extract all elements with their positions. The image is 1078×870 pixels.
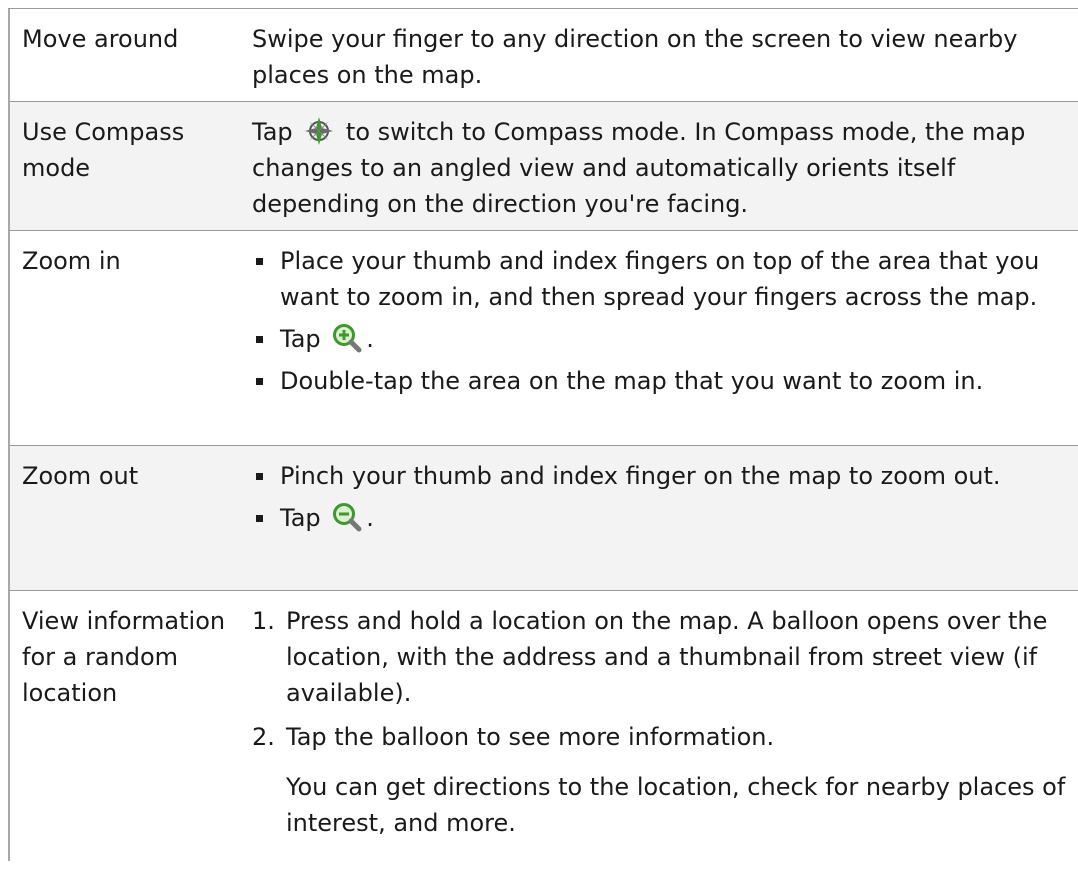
text-before-icon: Tap xyxy=(280,325,321,353)
bullet-icon xyxy=(256,378,263,385)
row-label: Move around xyxy=(22,25,179,53)
bullet-icon xyxy=(256,473,263,480)
text-before-icon: Tap xyxy=(252,118,293,146)
compass-icon xyxy=(304,116,334,146)
list-item: Double-tap the area on the map that you … xyxy=(252,363,1072,399)
bullet-icon xyxy=(256,515,263,522)
row-label: Zoom in xyxy=(22,247,121,275)
list-item: Place your thumb and index fingers on to… xyxy=(252,243,1072,315)
list-item: 2. Tap the balloon to see more informati… xyxy=(252,719,1072,755)
row-label: Use Compass mode xyxy=(22,118,185,182)
list-item: Tap . xyxy=(252,321,1072,357)
zoom-out-icon xyxy=(332,502,362,532)
bullet-list: Pinch your thumb and index finger on the… xyxy=(252,458,1072,536)
step-number: 2. xyxy=(252,723,275,751)
bullet-icon xyxy=(256,258,263,265)
list-item-text: Place your thumb and index fingers on to… xyxy=(280,247,1040,311)
table-row-zoom-out: Zoom out Pinch your thumb and index fing… xyxy=(8,446,1078,591)
feature-table: Move around Swipe your finger to any dir… xyxy=(8,8,1078,861)
table-row-zoom-in: Zoom in Place your thumb and index finge… xyxy=(8,231,1078,446)
text-after-icon: . xyxy=(366,504,374,532)
step-list: 1. Press and hold a location on the map.… xyxy=(252,603,1072,755)
description-text: Tap to switch to Compass mode. In Compas… xyxy=(252,114,1072,222)
list-item: Pinch your thumb and index finger on the… xyxy=(252,458,1072,494)
list-item-text: Tap the balloon to see more information. xyxy=(286,723,775,751)
list-item-text: Double-tap the area on the map that you … xyxy=(280,367,984,395)
zoom-in-icon xyxy=(332,323,362,353)
table-row-compass-mode: Use Compass mode Tap to switch to Compas… xyxy=(8,102,1078,231)
table-row-move-around: Move around Swipe your finger to any dir… xyxy=(8,9,1078,102)
list-item: Tap . xyxy=(252,500,1072,536)
bullet-icon xyxy=(256,336,263,343)
list-item: 1. Press and hold a location on the map.… xyxy=(252,603,1072,711)
table-row-view-information: View information for a random location 1… xyxy=(8,591,1078,861)
text-after-icon: . xyxy=(366,325,374,353)
text-after-icon: to switch to Compass mode. In Compass mo… xyxy=(252,118,1026,218)
description-text: Swipe your finger to any direction on th… xyxy=(252,25,1018,89)
row-description: Pinch your thumb and index finger on the… xyxy=(234,446,1078,590)
step-number: 1. xyxy=(252,607,275,635)
step-note: You can get directions to the location, … xyxy=(286,773,1066,837)
bullet-list: Place your thumb and index fingers on to… xyxy=(252,243,1072,399)
row-description: Tap to switch to Compass mode. In Compas… xyxy=(234,102,1078,230)
list-item-text: Press and hold a location on the map. A … xyxy=(286,607,1048,707)
row-description: Place your thumb and index fingers on to… xyxy=(234,231,1078,445)
row-description: 1. Press and hold a location on the map.… xyxy=(234,591,1078,861)
row-label: View information for a random location xyxy=(22,607,226,707)
row-label: Zoom out xyxy=(22,462,139,490)
list-item-text: Pinch your thumb and index finger on the… xyxy=(280,462,1001,490)
text-before-icon: Tap xyxy=(280,504,321,532)
row-description: Swipe your finger to any direction on th… xyxy=(234,9,1078,101)
